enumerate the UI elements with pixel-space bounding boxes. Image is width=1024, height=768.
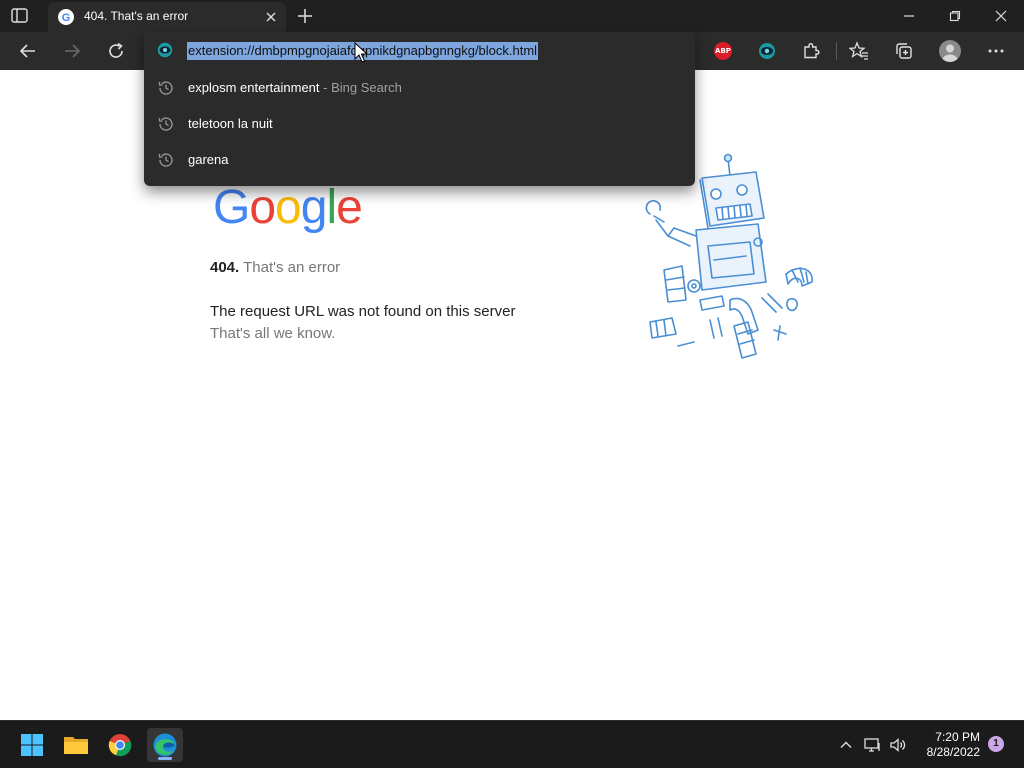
avatar xyxy=(939,40,961,62)
active-tab[interactable]: G 404. That's an error xyxy=(48,2,286,32)
error-code: 404. xyxy=(210,259,240,276)
network-icon[interactable] xyxy=(863,735,883,755)
logo-letter: g xyxy=(300,181,328,234)
suggestion-text: explosm entertainment - Bing Search xyxy=(188,80,402,95)
close-window-icon[interactable] xyxy=(978,0,1024,32)
clock-date: 8/28/2022 xyxy=(926,745,980,759)
extensions-puzzle-icon[interactable] xyxy=(800,40,822,62)
history-icon xyxy=(157,79,175,97)
suggestion-text: garena xyxy=(188,152,229,167)
toolbar-separator xyxy=(836,42,837,60)
tab-actions-icon[interactable] xyxy=(10,7,30,25)
system-clock[interactable]: 7:20 PM 8/28/2022 xyxy=(918,730,980,760)
suggestion-item[interactable]: explosm entertainment - Bing Search xyxy=(144,70,695,106)
active-app-indicator xyxy=(158,757,172,760)
history-icon xyxy=(157,115,175,133)
mouse-cursor-icon xyxy=(354,41,369,64)
refresh-icon[interactable] xyxy=(105,40,127,62)
tab-strip: G 404. That's an error xyxy=(0,0,1024,32)
back-icon[interactable] xyxy=(17,40,39,62)
error-message: The request URL was not found on this se… xyxy=(210,303,516,320)
clock-time: 7:20 PM xyxy=(935,730,980,744)
extension-eye-icon xyxy=(156,41,174,59)
suggestion-text: teletoon la nuit xyxy=(188,116,273,131)
taskbar: 7:20 PM 8/28/2022 xyxy=(0,720,1024,768)
forward-icon[interactable] xyxy=(61,40,83,62)
more-menu-icon[interactable] xyxy=(985,40,1007,62)
error-submessage: That's all we know. xyxy=(210,325,336,342)
notification-badge[interactable]: 1 xyxy=(988,736,1004,752)
error-heading: 404. That's an error xyxy=(210,259,340,276)
logo-letter: o xyxy=(249,181,276,234)
volume-icon[interactable] xyxy=(888,735,908,755)
error-text: That's an error xyxy=(243,259,341,276)
logo-letter: G xyxy=(213,181,250,234)
google-logo: Google xyxy=(213,178,363,238)
tab-close-icon[interactable] xyxy=(264,10,278,24)
new-tab-icon[interactable] xyxy=(296,7,314,25)
tab-title: 404. That's an error xyxy=(84,9,189,23)
adblock-plus-badge: ABP xyxy=(714,42,732,60)
google-favicon-icon: G xyxy=(58,9,74,25)
adblock-plus-icon[interactable]: ABP xyxy=(712,40,734,62)
file-explorer-icon[interactable] xyxy=(58,728,94,762)
address-bar-dropdown: extension://dmbpmpgnojaiafdgpnikdgnapbgn… xyxy=(144,32,695,186)
chrome-icon[interactable] xyxy=(102,728,138,762)
suggestion-item[interactable]: garena xyxy=(144,142,695,178)
favorites-icon[interactable] xyxy=(848,40,870,62)
edge-icon[interactable] xyxy=(147,728,183,762)
minimize-icon[interactable] xyxy=(886,0,932,32)
logo-letter: l xyxy=(326,181,337,234)
logo-letter: o xyxy=(275,181,302,234)
svg-text:G: G xyxy=(62,12,71,24)
extension-eye-icon[interactable] xyxy=(756,40,778,62)
logo-letter: e xyxy=(336,181,363,234)
start-button[interactable] xyxy=(14,728,50,762)
collections-icon[interactable] xyxy=(893,40,915,62)
restore-icon[interactable] xyxy=(932,0,978,32)
suggestion-item[interactable]: teletoon la nuit xyxy=(144,106,695,142)
chevron-up-icon[interactable] xyxy=(836,735,856,755)
history-icon xyxy=(157,151,175,169)
suggestion-suffix: - Bing Search xyxy=(319,80,402,95)
profile-button[interactable] xyxy=(939,40,961,62)
